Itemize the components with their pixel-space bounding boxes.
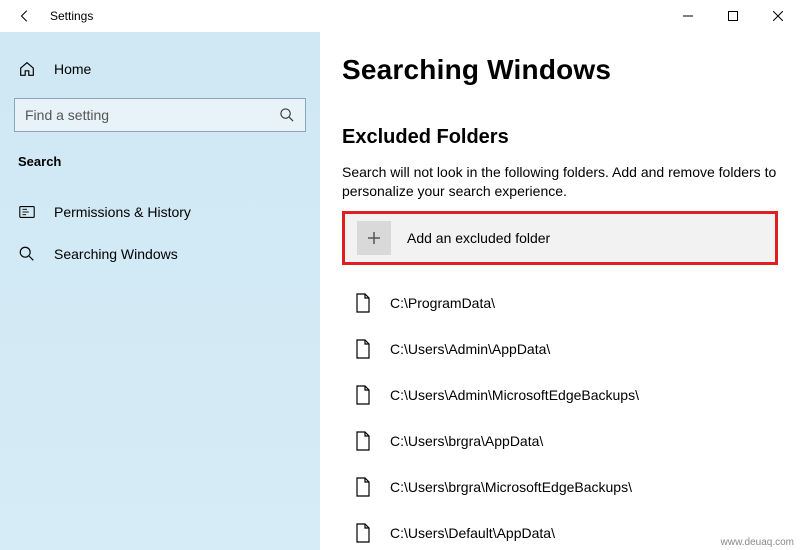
page-title: Searching Windows bbox=[342, 54, 778, 86]
sidebar-item-permissions-history[interactable]: Permissions & History bbox=[10, 191, 310, 233]
excluded-folder-item[interactable]: C:\ProgramData\ bbox=[354, 283, 778, 323]
folder-doc-icon bbox=[354, 475, 372, 499]
excluded-folders-heading: Excluded Folders bbox=[342, 126, 778, 149]
folder-path: C:\Users\Admin\AppData\ bbox=[390, 341, 550, 357]
excluded-folder-item[interactable]: C:\Users\brgra\MicrosoftEdgeBackups\ bbox=[354, 467, 778, 507]
main-area: Home Search Permissions & History Search… bbox=[0, 32, 800, 550]
folder-doc-icon bbox=[354, 337, 372, 361]
maximize-button[interactable] bbox=[710, 1, 755, 31]
sidebar-item-label: Searching Windows bbox=[54, 246, 178, 262]
home-label: Home bbox=[54, 61, 91, 77]
excluded-folders-list: C:\ProgramData\ C:\Users\Admin\AppData\ C:… bbox=[342, 283, 778, 550]
find-setting-search[interactable] bbox=[14, 98, 306, 132]
excluded-folder-item[interactable]: C:\Users\Admin\MicrosoftEdgeBackups\ bbox=[354, 375, 778, 415]
maximize-icon bbox=[728, 11, 738, 21]
folder-doc-icon bbox=[354, 383, 372, 407]
content-pane: Searching Windows Excluded Folders Searc… bbox=[320, 32, 800, 550]
search-windows-icon bbox=[18, 245, 36, 263]
back-button[interactable] bbox=[18, 9, 32, 23]
folder-path: C:\Users\brgra\AppData\ bbox=[390, 433, 543, 449]
sidebar-item-label: Permissions & History bbox=[54, 204, 191, 220]
home-icon bbox=[18, 60, 36, 78]
home-nav[interactable]: Home bbox=[10, 54, 310, 84]
close-button[interactable] bbox=[755, 1, 800, 31]
plus-icon bbox=[357, 221, 391, 255]
search-icon bbox=[279, 107, 295, 123]
window-title: Settings bbox=[50, 9, 93, 23]
folder-path: C:\Users\brgra\MicrosoftEdgeBackups\ bbox=[390, 479, 632, 495]
minimize-icon bbox=[683, 11, 693, 21]
folder-path: C:\Users\Default\AppData\ bbox=[390, 525, 555, 541]
arrow-left-icon bbox=[18, 9, 32, 23]
close-icon bbox=[773, 11, 783, 21]
sidebar: Home Search Permissions & History Search… bbox=[0, 32, 320, 550]
sidebar-item-searching-windows[interactable]: Searching Windows bbox=[10, 233, 310, 275]
watermark: www.deuaq.com bbox=[721, 537, 794, 548]
add-excluded-folder-label: Add an excluded folder bbox=[407, 230, 550, 246]
folder-doc-icon bbox=[354, 429, 372, 453]
folder-doc-icon bbox=[354, 521, 372, 545]
search-input[interactable] bbox=[25, 107, 279, 123]
folder-path: C:\Users\Admin\MicrosoftEdgeBackups\ bbox=[390, 387, 639, 403]
window-controls bbox=[665, 1, 800, 31]
titlebar-left: Settings bbox=[0, 9, 93, 23]
folder-doc-icon bbox=[354, 291, 372, 315]
minimize-button[interactable] bbox=[665, 1, 710, 31]
excluded-folders-description: Search will not look in the following fo… bbox=[342, 163, 778, 201]
permissions-icon bbox=[18, 203, 36, 221]
titlebar: Settings bbox=[0, 0, 800, 32]
excluded-folder-item[interactable]: C:\Users\Default\AppData\ bbox=[354, 513, 778, 550]
excluded-folder-item[interactable]: C:\Users\brgra\AppData\ bbox=[354, 421, 778, 461]
add-excluded-folder-button[interactable]: Add an excluded folder bbox=[342, 211, 778, 265]
folder-path: C:\ProgramData\ bbox=[390, 295, 495, 311]
excluded-folder-item[interactable]: C:\Users\Admin\AppData\ bbox=[354, 329, 778, 369]
sidebar-section-label: Search bbox=[10, 150, 310, 173]
